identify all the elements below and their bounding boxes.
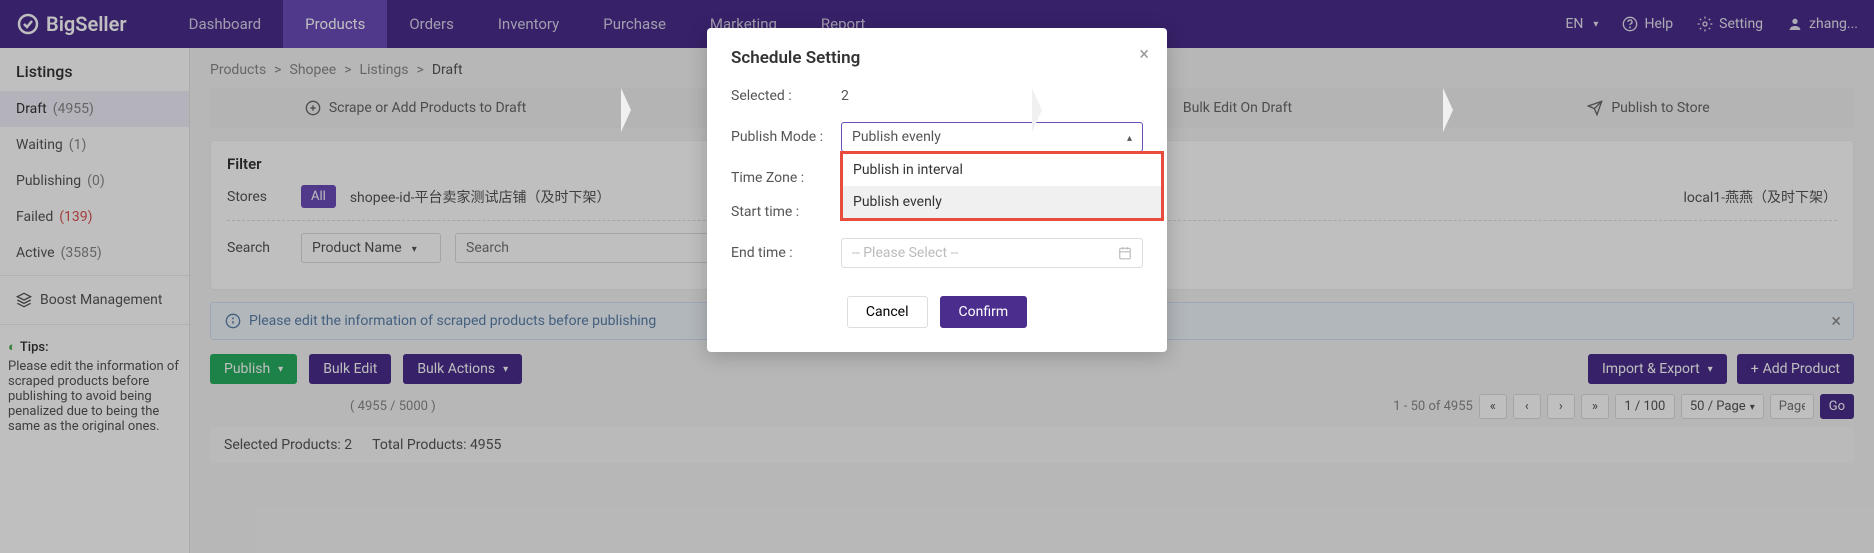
dropdown-option-interval[interactable]: Publish in interval	[843, 154, 1161, 186]
modal-close[interactable]: ×	[1139, 44, 1149, 65]
publish-mode-dropdown: Publish in interval Publish evenly	[840, 151, 1164, 221]
end-time-select[interactable]: -- Please Select --	[841, 238, 1143, 268]
cancel-button[interactable]: Cancel	[847, 296, 928, 328]
selected-label: Selected :	[731, 88, 841, 104]
confirm-button[interactable]: Confirm	[940, 296, 1028, 328]
selected-value: 2	[841, 88, 849, 104]
modal-actions: Cancel Confirm	[731, 296, 1143, 328]
calendar-icon	[1118, 246, 1132, 260]
publish-mode-label: Publish Mode :	[731, 129, 841, 145]
start-time-label: Start time :	[731, 204, 841, 220]
modal-title: Schedule Setting	[731, 48, 1143, 68]
schedule-modal: Schedule Setting × Selected : 2 Publish …	[707, 28, 1167, 352]
chevron-up-icon	[1127, 129, 1132, 145]
publish-mode-select[interactable]: Publish evenly Publish in interval Publi…	[841, 122, 1143, 152]
publish-mode-value: Publish evenly	[852, 129, 941, 145]
end-time-label: End time :	[731, 245, 841, 261]
dropdown-option-evenly[interactable]: Publish evenly	[843, 186, 1161, 218]
end-time-placeholder: -- Please Select --	[852, 245, 958, 261]
timezone-label: Time Zone :	[731, 170, 841, 186]
